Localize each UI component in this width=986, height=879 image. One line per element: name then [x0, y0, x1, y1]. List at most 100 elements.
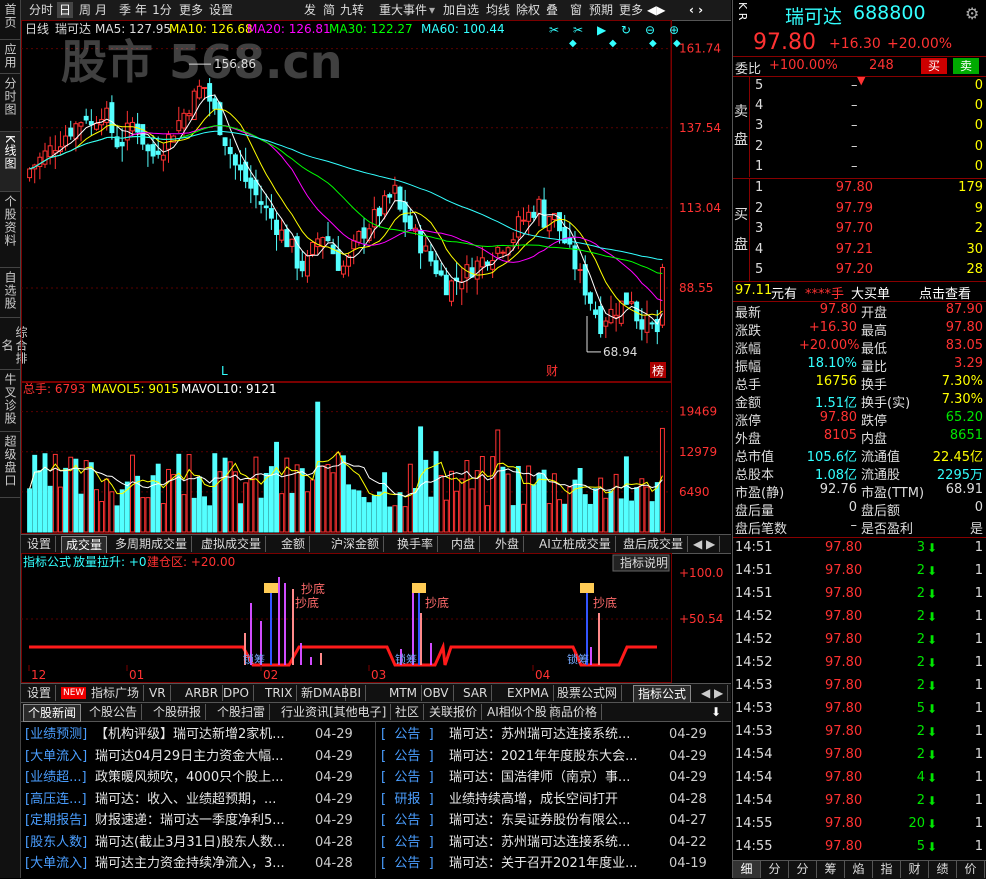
quote-tab-1[interactable]: 分: [761, 861, 789, 878]
news-tab-5[interactable]: 社区: [391, 704, 425, 720]
indicator-tab-9[interactable]: OBV: [419, 685, 454, 701]
quote-tab-4[interactable]: 焰: [845, 861, 873, 878]
toolbar-right-8[interactable]: 窗: [567, 2, 585, 18]
mid-tab-4[interactable]: 金额: [277, 536, 311, 552]
indicator-tab-4[interactable]: DPO: [219, 685, 254, 701]
settings-gear-icon[interactable]: ⚙: [965, 4, 979, 23]
news-tab-7[interactable]: AI相似个股: [483, 704, 552, 720]
indicator-tab-10[interactable]: SAR: [459, 685, 493, 701]
quote-tab-2[interactable]: 分: [789, 861, 817, 878]
left-nav-item-1[interactable]: 应用: [0, 40, 20, 74]
news-left-row[interactable]: [定期报告] 财报速递：瑞可达一季度净利5... 04-29: [25, 810, 371, 831]
buy-button[interactable]: 买: [921, 58, 947, 74]
news-right-row[interactable]: [ 公告 ] 瑞可达：苏州瑞可达连接系统... 04-29: [381, 724, 727, 745]
mid-tab-1[interactable]: 成交量: [61, 536, 108, 554]
indicator-tab-1[interactable]: 指标广场: [87, 685, 145, 701]
news-title[interactable]: 瑞可达(截止3月31日)股东人数...: [95, 832, 285, 853]
left-nav-item-2[interactable]: 分时图: [0, 74, 20, 132]
toolbar-right-9[interactable]: 预期: [587, 2, 615, 18]
news-title[interactable]: 瑞可达：苏州瑞可达连接系统...: [449, 832, 630, 853]
mid-tab-0[interactable]: 设置: [23, 536, 57, 552]
left-nav-item-5[interactable]: 自选股: [0, 268, 20, 318]
left-nav-item-0[interactable]: 首页: [0, 0, 20, 40]
news-right-row[interactable]: [ 公告 ] 瑞可达：关于召开2021年度业... 04-19: [381, 853, 727, 874]
news-title[interactable]: 瑞可达04月29日主力资金大幅...: [95, 746, 283, 767]
toolbar-3[interactable]: 月: [93, 2, 109, 18]
toolbar-6[interactable]: 1分: [151, 2, 173, 18]
indicator-tab-8[interactable]: MTM: [385, 685, 423, 701]
left-nav-item-3[interactable]: K线图: [0, 132, 20, 192]
quote-tab-3[interactable]: 筹: [817, 861, 845, 878]
mid-tab-scroll-icon[interactable]: ◀ ▶: [689, 536, 721, 552]
news-right-row[interactable]: [ 研报 ] 业绩持续高增，成长空间打开 04-28: [381, 789, 727, 810]
mid-tab-7[interactable]: 内盘: [447, 536, 481, 552]
mid-tab-8[interactable]: 外盘: [491, 536, 525, 552]
news-tab-3[interactable]: 个股扫雷: [213, 704, 271, 720]
news-right-row[interactable]: [ 公告 ] 瑞可达：苏州瑞可达连接系统... 04-22: [381, 832, 727, 853]
quote-tab-6[interactable]: 财: [901, 861, 929, 878]
news-title[interactable]: 瑞可达：东吴证券股份有限公...: [449, 810, 630, 831]
left-nav-item-8[interactable]: 超级盘口: [0, 432, 20, 498]
mid-tab-5[interactable]: 沪深金额: [327, 536, 385, 552]
sell-button[interactable]: 卖: [953, 58, 979, 74]
news-title[interactable]: 瑞可达：苏州瑞可达连接系统...: [449, 724, 630, 745]
left-nav-item-4[interactable]: 个股资料: [0, 192, 20, 268]
toolbar-1[interactable]: 日: [57, 2, 73, 18]
news-tab-2[interactable]: 个股研报: [149, 704, 207, 720]
toolbar-right-3[interactable]: 重大事件: [371, 2, 435, 18]
news-right-row[interactable]: [ 公告 ] 瑞可达：国浩律师（南京）事... 04-29: [381, 767, 727, 788]
news-tab-0[interactable]: 个股新闻: [23, 704, 82, 722]
toolbar-0[interactable]: 分时: [29, 2, 53, 18]
indicator-tab-5[interactable]: TRIX: [261, 685, 298, 701]
news-title[interactable]: 业绩持续高增，成长空间打开: [449, 789, 618, 810]
indicator-tab-13[interactable]: 指标公式: [633, 685, 692, 703]
news-left-row[interactable]: [高压连...] 瑞可达：收入、业绩超预期，... 04-29: [25, 789, 371, 810]
mid-tab-2[interactable]: 多周期成交量: [111, 536, 193, 552]
download-icon[interactable]: ⬇: [707, 704, 725, 720]
mid-tab-6[interactable]: 换手率: [393, 536, 439, 552]
toolbar-8[interactable]: 设置: [207, 2, 235, 18]
indicator-tab-7[interactable]: BBI: [337, 685, 367, 701]
toolbar-4[interactable]: 季: [117, 2, 133, 18]
news-tab-4[interactable]: 行业资讯[其他电子]: [277, 704, 392, 720]
nav-arrows-icon[interactable]: ◀▶: [647, 2, 683, 18]
quote-tab-0[interactable]: 细: [733, 861, 761, 878]
toolbar-right-5[interactable]: 均线: [484, 2, 512, 18]
toolbar-right-2[interactable]: 九转: [337, 2, 367, 18]
news-title[interactable]: 瑞可达：关于召开2021年度业...: [449, 853, 637, 874]
indicator-tab-0[interactable]: 设置: [23, 685, 57, 701]
mid-tab-9[interactable]: AI立桩成交量: [535, 536, 616, 552]
indicator-chart[interactable]: 指标公式 放量拉升: +0 建仓区: +20.00 指标说明 +100.0 +50.54 抄…: [21, 553, 731, 683]
toolbar-right-7[interactable]: 叠: [543, 2, 561, 18]
toolbar-2[interactable]: 周: [77, 2, 93, 18]
kline-chart[interactable]: 161.74137.54113.0488.55日线 瑞可达 MA5: 127.95M…: [21, 20, 731, 382]
quote-tab-7[interactable]: 绩: [929, 861, 957, 878]
scroll-arrows-icon[interactable]: ‹ ›: [689, 2, 729, 18]
news-left-row[interactable]: [股东人数] 瑞可达(截止3月31日)股东人数... 04-28: [25, 832, 371, 853]
toolbar-right-4[interactable]: 加自选: [441, 2, 481, 18]
news-title[interactable]: 财报速递：瑞可达一季度净利5...: [95, 810, 285, 831]
news-title[interactable]: 瑞可达：国浩律师（南京）事...: [449, 767, 630, 788]
toolbar-right-6[interactable]: 除权: [515, 2, 541, 18]
mid-tab-3[interactable]: 虚拟成交量: [197, 536, 267, 552]
quote-tab-8[interactable]: 价: [957, 861, 985, 878]
news-tab-6[interactable]: 关联报价: [425, 704, 483, 720]
news-title[interactable]: 瑞可达：2021年年度股东大会...: [449, 746, 637, 767]
left-nav-item-7[interactable]: 牛叉诊股: [0, 370, 20, 432]
indicator-tab-12[interactable]: 股票公式网: [553, 685, 623, 701]
toolbar-right-1[interactable]: 简: [321, 2, 337, 18]
indicator-tab-11[interactable]: EXPMA: [503, 685, 554, 701]
news-left-row[interactable]: [大单流入] 瑞可达04月29日主力资金大幅... 04-29: [25, 746, 371, 767]
left-nav-item-6[interactable]: 综合排名: [0, 318, 28, 370]
news-title[interactable]: 瑞可达：收入、业绩超预期，...: [95, 789, 276, 810]
toolbar-right-10[interactable]: 更多: [617, 2, 645, 18]
news-title[interactable]: 【机构评级】瑞可达新增2家机...: [95, 724, 285, 745]
quote-tab-5[interactable]: 指: [873, 861, 901, 878]
news-tab-1[interactable]: 个股公告: [85, 704, 143, 720]
news-right-row[interactable]: [ 公告 ] 瑞可达：东吴证券股份有限公... 04-27: [381, 810, 727, 831]
volume-chart[interactable]: 19469 12979 6490 总手: 6793 MAVOL5: 9015 MAVOL1…: [21, 382, 731, 534]
news-title[interactable]: 政策暖风频吹，4000只个股上...: [95, 767, 283, 788]
toolbar-7[interactable]: 更多: [177, 2, 205, 18]
news-right-row[interactable]: [ 公告 ] 瑞可达：2021年年度股东大会... 04-29: [381, 746, 727, 767]
indicator-tab-scroll-icon[interactable]: ◀ ▶: [697, 685, 729, 701]
